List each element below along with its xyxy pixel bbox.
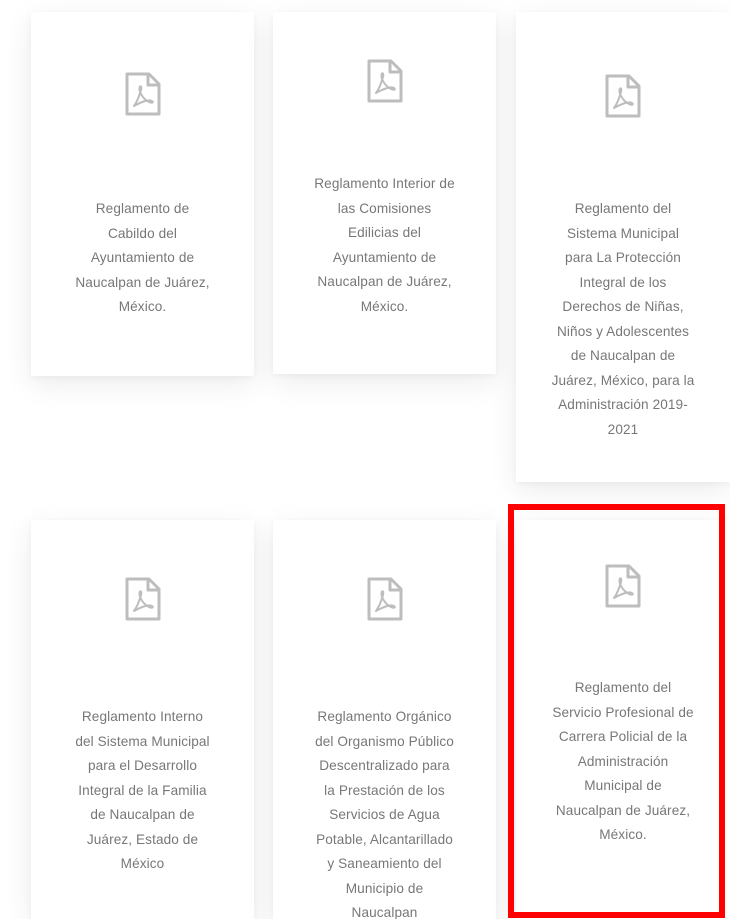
document-title: Reglamento Interno del Sistema Municipal… [75, 709, 210, 871]
document-card-comisiones-edilicias[interactable]: Reglamento Interior de las Comisiones Ed… [273, 12, 496, 374]
document-title: Reglamento del Servicio Profesional de C… [552, 680, 694, 842]
document-card-cabildo[interactable]: Reglamento de Cabildo del Ayuntamiento d… [31, 12, 254, 376]
document-title: Reglamento Orgánico del Organismo Públic… [315, 709, 454, 919]
document-card-organismo-agua-potable[interactable]: Reglamento Orgánico del Organismo Públic… [273, 520, 496, 919]
document-title: Reglamento del Sistema Municipal para La… [551, 201, 695, 437]
document-card-proteccion-ninas-ninos[interactable]: Reglamento del Sistema Municipal para La… [516, 12, 730, 482]
pdf-file-icon [125, 577, 161, 621]
document-title: Reglamento de Cabildo del Ayuntamiento d… [75, 201, 210, 314]
pdf-file-icon [605, 74, 641, 118]
document-title: Reglamento Interior de las Comisiones Ed… [314, 176, 455, 314]
pdf-file-icon [605, 564, 641, 608]
document-grid: Reglamento de Cabildo del Ayuntamiento d… [0, 0, 730, 919]
pdf-file-icon [125, 72, 161, 116]
pdf-file-icon [367, 59, 403, 103]
document-card-servicio-profesional-carrera-policial[interactable]: Reglamento del Servicio Profesional de C… [516, 520, 730, 919]
document-card-desarrollo-integral-familia[interactable]: Reglamento Interno del Sistema Municipal… [31, 520, 254, 919]
pdf-file-icon [367, 577, 403, 621]
